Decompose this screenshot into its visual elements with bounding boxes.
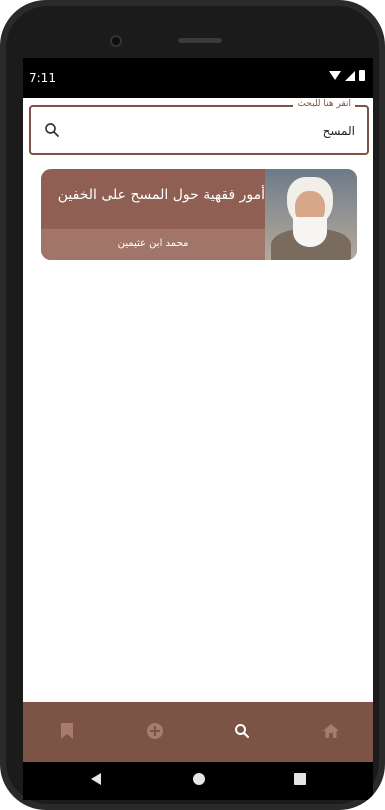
search-icon (235, 724, 250, 739)
search-legend: انقر هنا للبحث (293, 99, 355, 109)
search-field[interactable]: انقر هنا للبحث (29, 99, 369, 155)
bookmark-icon (61, 723, 73, 739)
back-icon[interactable] (91, 773, 101, 785)
nav-add[interactable] (144, 720, 166, 742)
front-camera (110, 35, 122, 47)
result-title: أمور فقهية حول المسح على الخفين (57, 187, 265, 203)
wifi-icon (329, 71, 341, 80)
result-card[interactable]: أمور فقهية حول المسح على الخفين محمد ابن… (41, 169, 357, 260)
nav-home[interactable] (320, 720, 342, 742)
nav-bookmark[interactable] (56, 720, 78, 742)
result-author: محمد ابن عثيمين (117, 238, 189, 249)
status-time: 7:11 (29, 71, 56, 85)
status-icons (329, 70, 365, 81)
bottom-navigation (23, 702, 373, 762)
search-icon[interactable] (43, 121, 61, 139)
app-screen: 7:11 انقر هنا للبحث المسح أمور فقهية حول… (23, 58, 373, 790)
battery-icon (359, 70, 365, 81)
device-frame: 7:11 انقر هنا للبحث المسح أمور فقهية حول… (0, 0, 385, 810)
search-input[interactable] (95, 119, 355, 143)
home-icon (323, 724, 339, 738)
recents-icon[interactable] (294, 773, 306, 785)
cell-signal-icon (345, 70, 355, 81)
nav-search[interactable] (231, 720, 253, 742)
add-circle-icon (147, 723, 163, 739)
earpiece-speaker (178, 38, 222, 43)
author-portrait (265, 169, 357, 260)
home-button-icon[interactable] (193, 773, 205, 785)
status-bar: 7:11 (23, 58, 373, 98)
